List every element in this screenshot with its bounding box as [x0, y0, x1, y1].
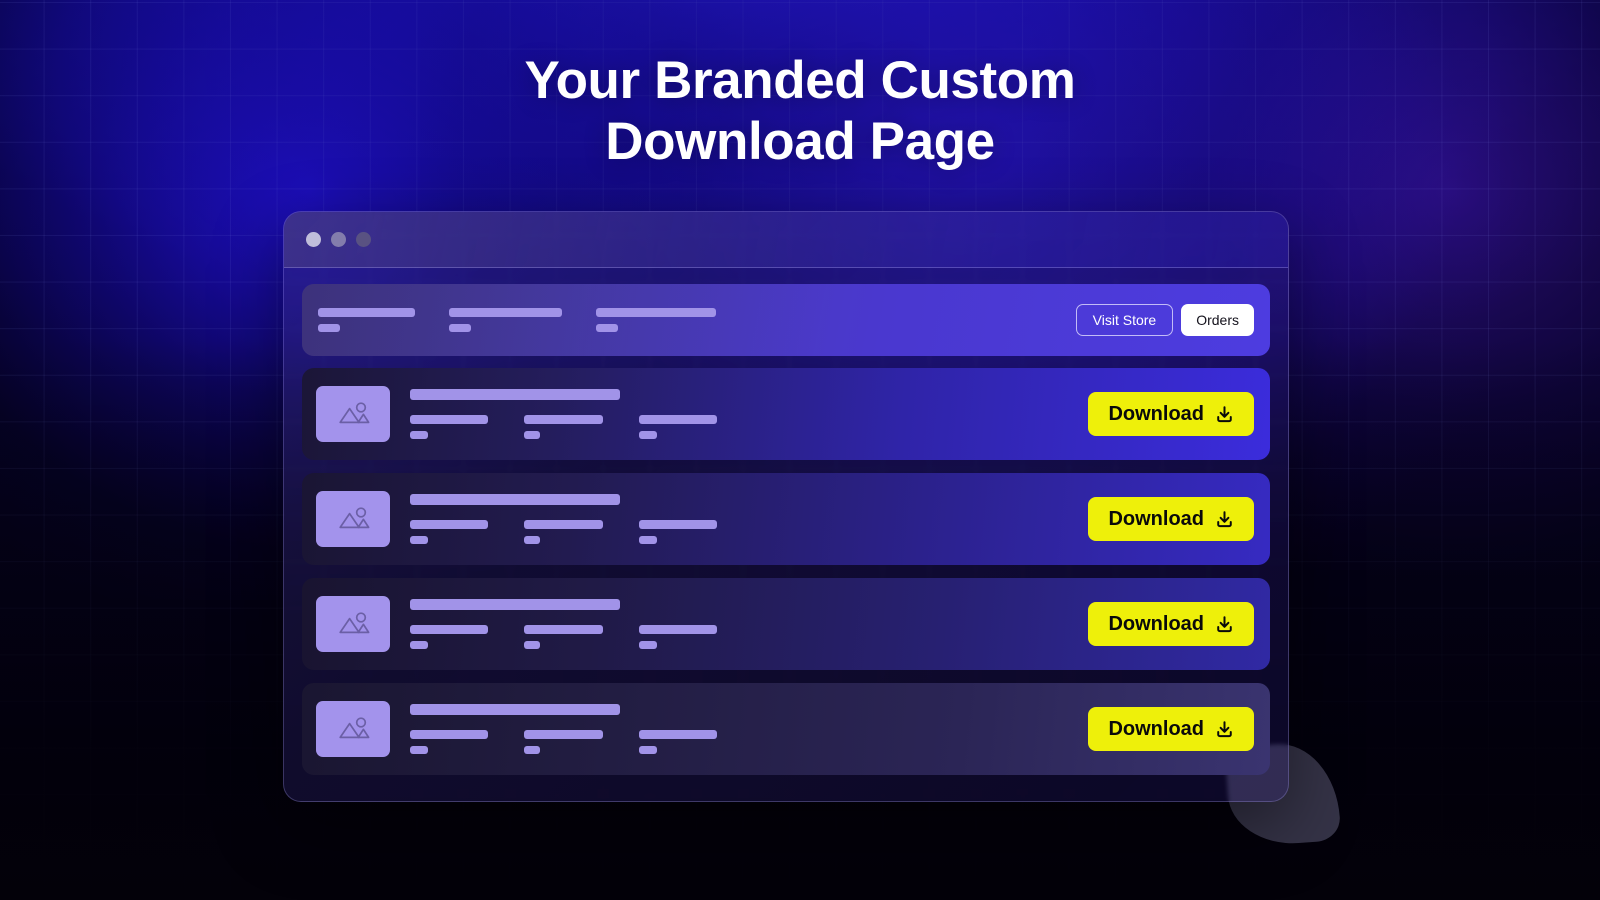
skeleton-bar	[410, 520, 488, 529]
product-meta-skeleton-group	[410, 730, 488, 754]
image-placeholder-icon	[336, 715, 370, 743]
orders-button[interactable]: Orders	[1181, 304, 1254, 336]
product-meta-skeleton-group	[639, 415, 717, 439]
download-button[interactable]: Download	[1088, 392, 1254, 436]
product-meta-row	[410, 730, 1088, 754]
header-action-buttons: Visit Store Orders	[1075, 304, 1254, 336]
skeleton-bar-small	[596, 324, 618, 332]
skeleton-bar-small	[639, 431, 657, 439]
product-meta-skeleton-group	[410, 625, 488, 649]
product-meta-skeleton-group	[639, 625, 717, 649]
download-icon	[1215, 615, 1234, 634]
skeleton-bar	[596, 308, 716, 317]
store-info-skeleton-group	[318, 308, 415, 332]
skeleton-bar-small	[639, 746, 657, 754]
skeleton-bar-small	[639, 536, 657, 544]
image-placeholder-icon	[336, 505, 370, 533]
store-header-bar: Visit Store Orders	[302, 284, 1270, 356]
image-placeholder-icon	[336, 610, 370, 638]
visit-store-button[interactable]: Visit Store	[1075, 304, 1174, 336]
skeleton-bar-small	[524, 431, 540, 439]
skeleton-bar	[318, 308, 415, 317]
product-info-skeletons	[410, 389, 1088, 439]
skeleton-bar-small	[449, 324, 471, 332]
download-button-label: Download	[1108, 402, 1204, 425]
product-title-skeleton	[410, 599, 620, 610]
skeleton-bar	[524, 415, 603, 424]
download-button-label: Download	[1108, 507, 1204, 530]
skeleton-bar	[410, 415, 488, 424]
skeleton-bar	[449, 308, 562, 317]
minimize-dot-icon[interactable]	[331, 232, 346, 247]
product-meta-row	[410, 625, 1088, 649]
download-icon	[1215, 510, 1234, 529]
product-meta-skeleton-group	[410, 415, 488, 439]
store-info-skeleton-group	[596, 308, 716, 332]
store-info-skeleton-group	[449, 308, 562, 332]
product-row[interactable]: Download	[302, 368, 1270, 460]
product-meta-skeleton-group	[639, 730, 717, 754]
product-meta-skeleton-group	[410, 520, 488, 544]
maximize-dot-icon[interactable]	[356, 232, 371, 247]
product-thumbnail	[316, 596, 390, 652]
download-button[interactable]: Download	[1088, 497, 1254, 541]
product-meta-skeleton-group	[639, 520, 717, 544]
store-info-skeletons	[318, 308, 1076, 332]
promo-graphic: Your Branded Custom Download Page Visit …	[0, 0, 1600, 900]
download-button-label: Download	[1108, 717, 1204, 740]
skeleton-bar-small	[410, 746, 428, 754]
skeleton-bar-small	[524, 536, 540, 544]
browser-titlebar	[284, 212, 1288, 268]
product-info-skeletons	[410, 704, 1088, 754]
skeleton-bar-small	[318, 324, 340, 332]
download-button[interactable]: Download	[1088, 602, 1254, 646]
skeleton-bar-small	[639, 641, 657, 649]
page-title: Your Branded Custom Download Page	[0, 50, 1600, 173]
product-row[interactable]: Download	[302, 683, 1270, 775]
product-thumbnail	[316, 491, 390, 547]
product-info-skeletons	[410, 599, 1088, 649]
skeleton-bar-small	[524, 746, 540, 754]
page-title-line-1: Your Branded Custom	[524, 51, 1076, 110]
download-button-label: Download	[1108, 612, 1204, 635]
skeleton-bar	[639, 625, 717, 634]
skeleton-bar	[410, 730, 488, 739]
skeleton-bar-small	[410, 536, 428, 544]
product-thumbnail	[316, 386, 390, 442]
skeleton-bar	[639, 415, 717, 424]
product-list: Download Download Download Download	[302, 368, 1270, 775]
product-meta-skeleton-group	[524, 415, 603, 439]
skeleton-bar	[524, 625, 603, 634]
product-title-skeleton	[410, 389, 620, 400]
close-dot-icon[interactable]	[306, 232, 321, 247]
download-button[interactable]: Download	[1088, 707, 1254, 751]
download-page-content: Visit Store Orders Download Download Downl…	[284, 268, 1288, 793]
product-thumbnail	[316, 701, 390, 757]
skeleton-bar-small	[410, 431, 428, 439]
product-title-skeleton	[410, 494, 620, 505]
skeleton-bar	[524, 520, 603, 529]
skeleton-bar	[639, 730, 717, 739]
product-meta-skeleton-group	[524, 730, 603, 754]
download-icon	[1215, 405, 1234, 424]
browser-window-mockup: Visit Store Orders Download Download Downl…	[283, 211, 1289, 802]
product-info-skeletons	[410, 494, 1088, 544]
product-row[interactable]: Download	[302, 578, 1270, 670]
product-meta-skeleton-group	[524, 520, 603, 544]
product-meta-row	[410, 520, 1088, 544]
skeleton-bar	[410, 625, 488, 634]
skeleton-bar-small	[524, 641, 540, 649]
product-meta-skeleton-group	[524, 625, 603, 649]
product-meta-row	[410, 415, 1088, 439]
image-placeholder-icon	[336, 400, 370, 428]
skeleton-bar	[639, 520, 717, 529]
product-title-skeleton	[410, 704, 620, 715]
skeleton-bar	[524, 730, 603, 739]
download-icon	[1215, 720, 1234, 739]
page-title-line-2: Download Page	[605, 112, 995, 172]
skeleton-bar-small	[410, 641, 428, 649]
product-row[interactable]: Download	[302, 473, 1270, 565]
